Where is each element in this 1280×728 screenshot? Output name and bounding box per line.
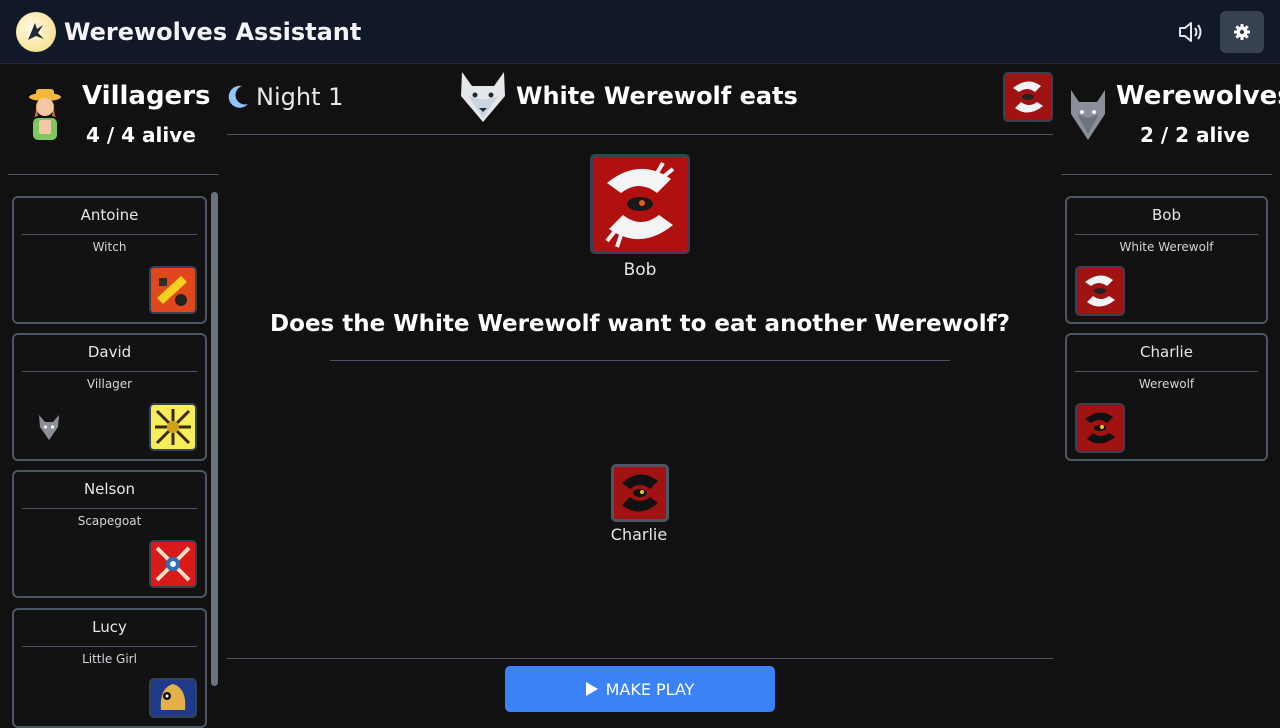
card-divider xyxy=(22,234,197,235)
target-name: Charlie xyxy=(610,525,668,544)
player-card-antoine[interactable]: Antoine Witch xyxy=(12,196,207,324)
werewolves-divider xyxy=(1061,174,1272,175)
white-werewolf-role-icon xyxy=(1075,266,1125,316)
moon-icon xyxy=(228,85,248,108)
player-role: White Werewolf xyxy=(1119,240,1214,254)
card-divider xyxy=(22,371,197,372)
werewolf-eaten-marker-icon xyxy=(39,415,59,440)
player-name: David xyxy=(87,343,132,361)
actor-role-card xyxy=(590,154,690,254)
villagers-header: Villagers 4 / 4 alive xyxy=(0,64,220,174)
player-role: Witch xyxy=(92,240,127,254)
villager-role-icon xyxy=(149,403,197,451)
actor-name: Bob xyxy=(623,260,657,280)
player-role: Werewolf xyxy=(1138,377,1195,391)
witch-role-icon xyxy=(149,266,197,314)
player-name: Charlie xyxy=(1140,343,1193,361)
werewolf-logo-icon xyxy=(28,23,44,40)
werewolf-role-icon xyxy=(1075,403,1125,453)
werewolves-title: Werewolves xyxy=(1116,81,1280,111)
player-name: Nelson xyxy=(83,480,136,498)
werewolves-alive-count: 2 / 2 alive xyxy=(1140,123,1250,147)
sound-button[interactable] xyxy=(1176,18,1206,46)
little-girl-role-icon xyxy=(149,678,197,718)
villager-avatar-icon xyxy=(29,89,61,140)
scapegoat-role-icon xyxy=(149,540,197,588)
player-role: Little Girl xyxy=(82,652,137,666)
card-divider xyxy=(1075,371,1258,372)
villagers-divider xyxy=(8,174,219,175)
app-title: Werewolves Assistant xyxy=(64,18,362,46)
gear-icon xyxy=(1234,24,1250,40)
player-role: Villager xyxy=(86,377,133,391)
night-label: Night 1 xyxy=(256,83,344,111)
target-charlie-card[interactable] xyxy=(611,464,669,522)
current-role-icon xyxy=(1003,72,1053,122)
play-icon xyxy=(585,682,598,696)
card-divider xyxy=(1075,234,1258,235)
werewolves-header: Werewolves 2 / 2 alive xyxy=(1060,64,1280,174)
player-card-charlie[interactable]: Charlie Werewolf xyxy=(1065,333,1268,461)
center-header-divider xyxy=(227,134,1053,135)
player-name: Bob xyxy=(1152,206,1181,224)
villagers-alive-count: 4 / 4 alive xyxy=(86,123,196,147)
footer-divider xyxy=(227,658,1053,659)
card-divider xyxy=(22,646,197,647)
villagers-title: Villagers xyxy=(82,81,211,111)
settings-button[interactable] xyxy=(1220,11,1264,53)
phase-title: White Werewolf eats xyxy=(516,82,798,110)
card-divider xyxy=(22,508,197,509)
volume-icon xyxy=(1179,22,1202,42)
player-name: Antoine xyxy=(80,206,139,224)
app-logo xyxy=(16,12,56,52)
player-card-bob[interactable]: Bob White Werewolf xyxy=(1065,196,1268,324)
top-bar: Werewolves Assistant xyxy=(0,0,1280,64)
werewolf-avatar-icon xyxy=(1071,90,1105,140)
white-werewolf-icon xyxy=(461,72,505,122)
player-card-lucy[interactable]: Lucy Little Girl xyxy=(12,608,207,728)
player-card-nelson[interactable]: Nelson Scapegoat xyxy=(12,470,207,598)
make-play-button[interactable]: MAKE PLAY xyxy=(505,666,775,712)
play-question: Does the White Werewolf want to eat anot… xyxy=(270,311,1010,337)
question-divider xyxy=(330,360,950,361)
player-role: Scapegoat xyxy=(77,514,142,528)
villagers-scrollbar[interactable] xyxy=(211,192,218,686)
make-play-label: MAKE PLAY xyxy=(605,679,695,699)
night-indicator: Night 1 xyxy=(226,80,343,114)
player-card-david[interactable]: David Villager xyxy=(12,333,207,461)
player-name: Lucy xyxy=(92,618,127,636)
